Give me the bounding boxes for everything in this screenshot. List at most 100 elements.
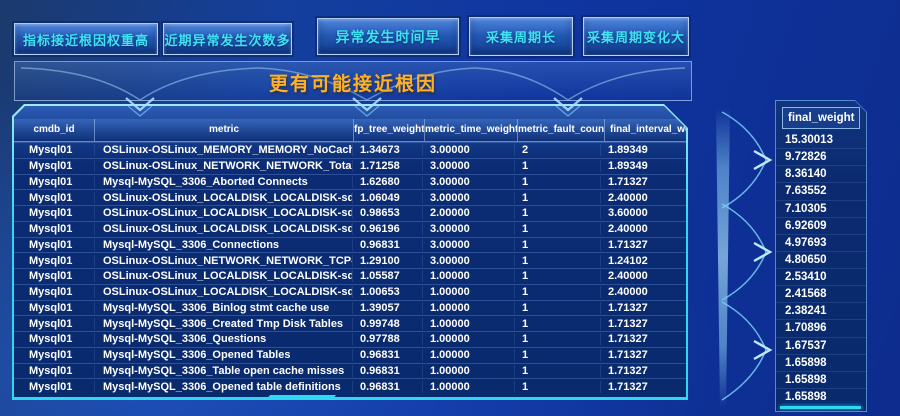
cell-fp_tree_weight: 0.96831: [352, 381, 422, 393]
cell-metric: Mysql-MySQL_3306_Aborted Connects: [94, 176, 352, 188]
cell-cmdb_id: Mysql01: [14, 365, 94, 377]
filter-button-anomaly-time-early[interactable]: 异常发生时间早: [317, 18, 459, 55]
filter-button-collect-cycle-change[interactable]: 采集周期变化大: [583, 17, 689, 56]
cell-final_interval_weight: 1.71327: [600, 239, 686, 251]
table-row: Mysql01OSLinux-OSLinux_LOCALDISK_LOCALDI…: [14, 268, 686, 284]
cell-metric: OSLinux-OSLinux_NETWORK_NETWORK_TCP-FIN-…: [94, 255, 352, 267]
cell-metric_time_weight: 2.00000: [422, 207, 514, 219]
cell-final_interval_weight: 1.71327: [600, 333, 686, 345]
cell-metric: OSLinux-OSLinux_LOCALDISK_LOCALDISK-sdc_…: [94, 270, 352, 282]
cell-metric_fault_count: 1: [514, 349, 600, 361]
cell-metric_fault_count: 1: [514, 192, 600, 204]
cell-cmdb_id: Mysql01: [14, 349, 94, 361]
cell-metric_fault_count: 2: [514, 144, 600, 156]
cell-final_interval_weight: 1.71327: [600, 176, 686, 188]
final-weight-value: 2.38241: [776, 302, 866, 319]
cell-fp_tree_weight: 0.96831: [352, 239, 422, 251]
final-weight-value: 4.97693: [776, 234, 866, 251]
cell-metric_time_weight: 3.00000: [422, 176, 514, 188]
table-row: Mysql01Mysql-MySQL_3306_Questions0.97788…: [14, 331, 686, 347]
table-row: Mysql01Mysql-MySQL_3306_Opened table def…: [14, 378, 686, 394]
cell-final_interval_weight: 1.89349: [600, 160, 686, 172]
filter-button-label: 采集周期长: [486, 27, 556, 46]
cell-metric_time_weight: 1.00000: [422, 349, 514, 361]
cell-cmdb_id: Mysql01: [14, 207, 94, 219]
table-row: Mysql01Mysql-MySQL_3306_Table open cache…: [14, 363, 686, 379]
cell-metric: OSLinux-OSLinux_NETWORK_NETWORK_TotalTcp…: [94, 160, 352, 172]
final-weight-value: 1.70896: [776, 319, 866, 336]
column-header-fp_tree_weight: fp_tree_weight: [353, 119, 424, 141]
cell-metric_time_weight: 1.00000: [422, 318, 514, 330]
final-weight-value: 8.36140: [776, 165, 866, 182]
cell-metric: OSLinux-OSLinux_LOCALDISK_LOCALDISK-sda_…: [94, 192, 352, 204]
cell-cmdb_id: Mysql01: [14, 144, 94, 156]
cell-metric_time_weight: 1.00000: [422, 365, 514, 377]
cell-metric_time_weight: 1.00000: [422, 333, 514, 345]
cell-final_interval_weight: 1.89349: [600, 144, 686, 156]
cell-metric_fault_count: 1: [514, 333, 600, 345]
cell-metric: Mysql-MySQL_3306_Opened table definition…: [94, 381, 352, 393]
cell-cmdb_id: Mysql01: [14, 192, 94, 204]
filter-button-weight-high[interactable]: 指标接近根因权重高: [14, 23, 158, 55]
cell-metric_time_weight: 3.00000: [422, 255, 514, 267]
cell-metric_fault_count: 1: [514, 239, 600, 251]
cell-metric: Mysql-MySQL_3306_Created Tmp Disk Tables: [94, 318, 352, 330]
cell-metric_time_weight: 1.00000: [422, 381, 514, 393]
filter-button-recent-anomaly-count[interactable]: 近期异常发生次数多: [163, 23, 292, 55]
filter-button-label: 近期异常发生次数多: [164, 30, 290, 49]
cell-metric_time_weight: 3.00000: [422, 192, 514, 204]
cell-fp_tree_weight: 0.96831: [352, 349, 422, 361]
cell-metric_time_weight: 3.00000: [422, 160, 514, 172]
cell-final_interval_weight: 2.40000: [600, 286, 686, 298]
cell-metric_time_weight: 3.00000: [422, 223, 514, 235]
cell-final_interval_weight: 3.60000: [600, 207, 686, 219]
cell-fp_tree_weight: 1.00653: [352, 286, 422, 298]
filter-button-label: 采集周期变化大: [587, 27, 685, 46]
cell-metric_fault_count: 1: [514, 223, 600, 235]
final-weight-value: 15.30013: [776, 132, 866, 148]
cell-final_interval_weight: 1.71327: [600, 365, 686, 377]
final-weight-value: 1.65898: [776, 388, 866, 405]
cell-final_interval_weight: 2.40000: [600, 223, 686, 235]
cell-cmdb_id: Mysql01: [14, 223, 94, 235]
table-row: Mysql01OSLinux-OSLinux_LOCALDISK_LOCALDI…: [14, 284, 686, 300]
final-weight-value: 4.80650: [776, 251, 866, 268]
filter-button-label: 异常发生时间早: [336, 27, 441, 47]
cell-cmdb_id: Mysql01: [14, 176, 94, 188]
final-weight-value: 1.67537: [776, 337, 866, 354]
final-weight-value: 6.92609: [776, 217, 866, 234]
final-weight-value: 1.65898: [776, 371, 866, 388]
cell-metric_fault_count: 1: [514, 286, 600, 298]
final-weight-value: 7.10305: [776, 200, 866, 217]
cell-cmdb_id: Mysql01: [14, 318, 94, 330]
cell-fp_tree_weight: 1.05587: [352, 270, 422, 282]
cell-final_interval_weight: 1.71327: [600, 318, 686, 330]
cell-final_interval_weight: 1.71327: [600, 381, 686, 393]
table-row: Mysql01Mysql-MySQL_3306_Connections0.968…: [14, 237, 686, 253]
cell-metric_time_weight: 3.00000: [422, 239, 514, 251]
cell-cmdb_id: Mysql01: [14, 286, 94, 298]
table-row: Mysql01Mysql-MySQL_3306_Opened Tables0.9…: [14, 347, 686, 363]
cell-cmdb_id: Mysql01: [14, 255, 94, 267]
filter-button-label: 指标接近根因权重高: [23, 30, 149, 49]
cell-metric_fault_count: 1: [514, 270, 600, 282]
table-row: Mysql01OSLinux-OSLinux_MEMORY_MEMORY_NoC…: [14, 142, 686, 158]
flow-right-arrows-icon: [686, 104, 778, 412]
cell-final_interval_weight: 1.71327: [600, 349, 686, 361]
table-row: Mysql01OSLinux-OSLinux_NETWORK_NETWORK_T…: [14, 252, 686, 268]
cell-metric: OSLinux-OSLinux_LOCALDISK_LOCALDISK-sdc_…: [94, 286, 352, 298]
column-header-final_interval_weight: final_interval_weight: [604, 119, 690, 141]
cell-metric: Mysql-MySQL_3306_Binlog stmt cache use: [94, 302, 352, 314]
table-row: Mysql01OSLinux-OSLinux_NETWORK_NETWORK_T…: [14, 158, 686, 174]
cell-metric_time_weight: 1.00000: [422, 302, 514, 314]
final-weight-value: 1.65898: [776, 354, 866, 371]
table-row: Mysql01Mysql-MySQL_3306_Aborted Connects…: [14, 174, 686, 190]
cell-metric_fault_count: 1: [514, 318, 600, 330]
cell-metric: Mysql-MySQL_3306_Connections: [94, 239, 352, 251]
filter-button-collect-cycle-long[interactable]: 采集周期长: [469, 17, 573, 56]
cell-fp_tree_weight: 1.71258: [352, 160, 422, 172]
final-weight-list: 15.300139.728268.361407.635527.103056.92…: [776, 132, 866, 405]
cell-final_interval_weight: 1.71327: [600, 302, 686, 314]
cell-metric_fault_count: 1: [514, 176, 600, 188]
cell-metric_time_weight: 1.00000: [422, 286, 514, 298]
